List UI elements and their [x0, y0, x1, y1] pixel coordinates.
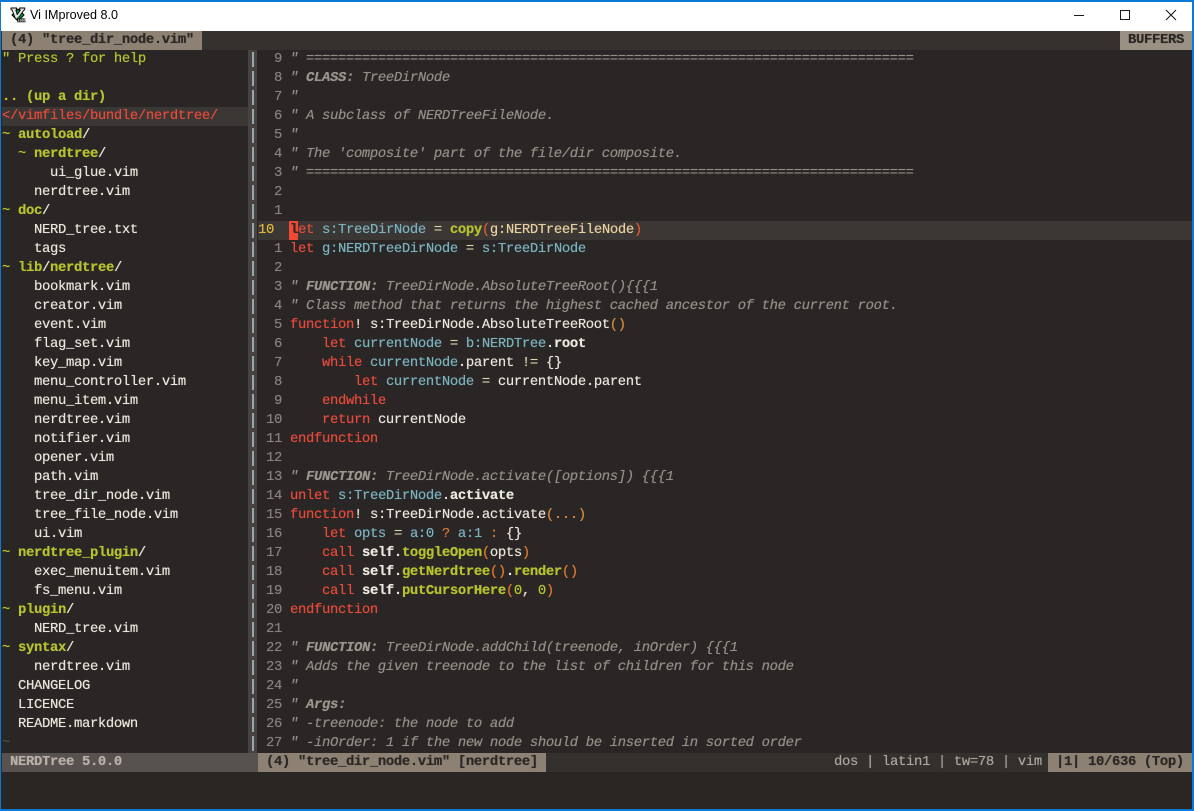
svg-text:im: im [17, 15, 26, 23]
